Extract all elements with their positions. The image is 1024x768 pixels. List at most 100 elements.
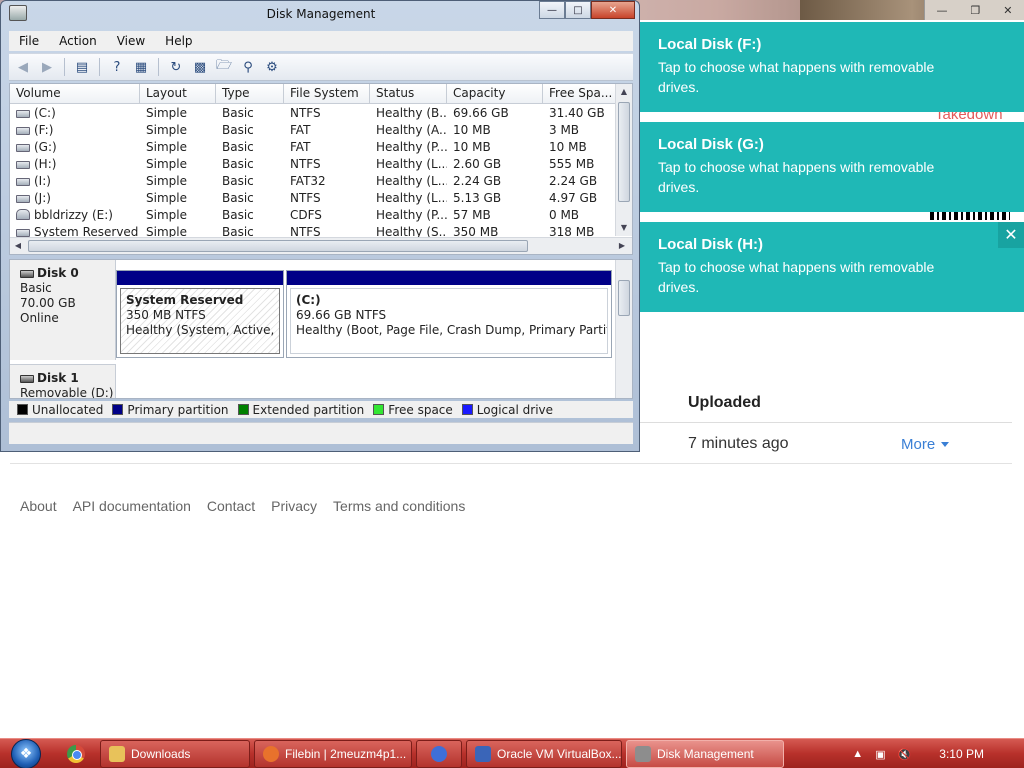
column-volume[interactable]: Volume bbox=[10, 84, 140, 103]
task-filebin[interactable]: Filebin | 2meuzm4p1... bbox=[254, 739, 412, 768]
properties-icon[interactable]: ▦ bbox=[131, 57, 151, 77]
show-hide-console-icon[interactable]: ▤ bbox=[72, 57, 92, 77]
back-arrow-icon[interactable]: ◀ bbox=[13, 57, 33, 77]
footer-link-privacy[interactable]: Privacy bbox=[271, 498, 317, 514]
table-row[interactable]: (C:) Simple Basic NTFS Healthy (B... 69.… bbox=[10, 105, 616, 122]
volume-name: (H:) bbox=[34, 157, 57, 171]
network-icon[interactable]: ▣ bbox=[875, 748, 885, 761]
cell-file-system: FAT32 bbox=[290, 174, 326, 188]
table-row[interactable]: (G:) Simple Basic FAT Healthy (P... 10 M… bbox=[10, 139, 616, 156]
column-free-space[interactable]: Free Spa... bbox=[543, 84, 616, 103]
help-icon[interactable]: ? bbox=[107, 57, 127, 77]
search-icon[interactable]: ⚲ bbox=[238, 57, 258, 77]
task-label: Filebin | 2meuzm4p1... bbox=[285, 746, 407, 761]
volume-list-horizontal-scrollbar[interactable]: ◀ ▶ bbox=[10, 237, 632, 254]
disk-1-label[interactable]: Disk 1 Removable (D:) bbox=[10, 364, 116, 399]
column-layout[interactable]: Layout bbox=[140, 84, 216, 103]
refresh-icon[interactable]: ↻ bbox=[166, 57, 186, 77]
open-folder-icon[interactable]: 🗁 bbox=[214, 57, 234, 77]
cell-free-space: 10 MB bbox=[549, 140, 587, 154]
legend-swatch bbox=[17, 403, 28, 415]
toolbar-separator bbox=[64, 58, 65, 76]
volume-list-vertical-scrollbar[interactable]: ▲ ▼ bbox=[615, 84, 632, 236]
start-button[interactable]: ❖ bbox=[0, 738, 52, 768]
column-capacity[interactable]: Capacity bbox=[447, 84, 543, 103]
volume-icon bbox=[16, 178, 30, 186]
menu-action[interactable]: Action bbox=[49, 34, 107, 48]
table-row[interactable]: bbldrizzy (E:) Simple Basic CDFS Healthy… bbox=[10, 207, 616, 224]
scroll-down-icon[interactable]: ▼ bbox=[616, 220, 632, 236]
volume-muted-icon[interactable]: 🔇 bbox=[898, 748, 912, 761]
status-bar bbox=[9, 422, 633, 444]
partition-size: 69.66 GB NTFS bbox=[296, 308, 387, 322]
footer-link-contact[interactable]: Contact bbox=[207, 498, 255, 514]
cell-capacity: 5.13 GB bbox=[453, 191, 502, 205]
close-icon[interactable]: ✕ bbox=[1003, 4, 1012, 17]
clock[interactable]: 3:10 PM bbox=[939, 747, 984, 761]
taskbar: ❖ Downloads Filebin | 2meuzm4p1... Oracl… bbox=[0, 738, 1024, 768]
cell-layout: Simple bbox=[146, 157, 187, 171]
cell-layout: Simple bbox=[146, 106, 187, 120]
removable-disk-icon bbox=[20, 374, 34, 383]
more-label[interactable]: More bbox=[901, 436, 935, 453]
partition-size: 350 MB NTFS bbox=[126, 308, 206, 322]
maximize-button[interactable]: □ bbox=[565, 1, 591, 19]
pinned-chrome[interactable] bbox=[52, 740, 100, 768]
menu-bar: File Action View Help bbox=[9, 31, 633, 51]
cell-status: Healthy (L... bbox=[376, 157, 447, 171]
menu-help[interactable]: Help bbox=[155, 34, 202, 48]
maximize-icon[interactable]: ❐ bbox=[970, 4, 980, 17]
task-downloads[interactable]: Downloads bbox=[100, 739, 250, 768]
table-row[interactable]: (I:) Simple Basic FAT32 Healthy (L... 2.… bbox=[10, 173, 616, 190]
firefox-alt-icon bbox=[431, 745, 447, 762]
menu-view[interactable]: View bbox=[107, 34, 155, 48]
table-row[interactable]: (J:) Simple Basic NTFS Healthy (L... 5.1… bbox=[10, 190, 616, 207]
notification-title: Local Disk (H:) bbox=[658, 236, 764, 253]
scrollbar-thumb[interactable] bbox=[28, 240, 528, 252]
partition-system-reserved[interactable]: System Reserved 350 MB NTFS Healthy (Sys… bbox=[116, 270, 284, 358]
cell-free-space: 4.97 GB bbox=[549, 191, 598, 205]
minimize-icon[interactable]: — bbox=[936, 4, 947, 17]
cell-layout: Simple bbox=[146, 140, 187, 154]
disk-0-label[interactable]: Disk 0 Basic 70.00 GB Online bbox=[10, 260, 116, 360]
show-hidden-icons-icon[interactable]: ▲ bbox=[852, 748, 863, 760]
scroll-up-icon[interactable]: ▲ bbox=[616, 84, 632, 100]
notification-local-disk-h[interactable]: Local Disk (H:) Tap to choose what happe… bbox=[640, 222, 1024, 312]
table-row[interactable]: (H:) Simple Basic NTFS Healthy (L... 2.6… bbox=[10, 156, 616, 173]
divider bbox=[640, 422, 1012, 423]
notification-local-disk-g[interactable]: Local Disk (G:) Tap to choose what happe… bbox=[640, 122, 1024, 212]
task-virtualbox[interactable]: Oracle VM VirtualBox... bbox=[466, 739, 622, 768]
cell-type: Basic bbox=[222, 191, 254, 205]
column-type[interactable]: Type bbox=[216, 84, 284, 103]
disk-type: Removable (D:) bbox=[20, 386, 114, 399]
notification-local-disk-f[interactable]: Local Disk (F:) Tap to choose what happe… bbox=[640, 22, 1024, 112]
minimize-button[interactable]: — bbox=[539, 1, 565, 19]
table-row[interactable]: (F:) Simple Basic FAT Healthy (A... 10 M… bbox=[10, 122, 616, 139]
scrollbar-thumb[interactable] bbox=[618, 102, 630, 202]
settings-icon[interactable]: ⚙ bbox=[262, 57, 282, 77]
cell-file-system: FAT bbox=[290, 140, 311, 154]
cell-status: Healthy (P... bbox=[376, 140, 447, 154]
task-browser[interactable] bbox=[416, 739, 462, 768]
scroll-left-icon[interactable]: ◀ bbox=[10, 238, 26, 254]
footer-link-about[interactable]: About bbox=[20, 498, 57, 514]
scrollbar-thumb[interactable] bbox=[618, 280, 630, 316]
disk-properties-icon[interactable]: ▩ bbox=[190, 57, 210, 77]
notification-close-icon[interactable]: ✕ bbox=[998, 222, 1024, 248]
footer-link-terms[interactable]: Terms and conditions bbox=[333, 498, 465, 514]
menu-file[interactable]: File bbox=[9, 34, 49, 48]
forward-arrow-icon[interactable]: ▶ bbox=[37, 57, 57, 77]
legend-label: Extended partition bbox=[252, 402, 365, 417]
column-status[interactable]: Status bbox=[370, 84, 447, 103]
graphical-view-scrollbar[interactable] bbox=[615, 260, 632, 398]
scroll-right-icon[interactable]: ▶ bbox=[614, 238, 630, 254]
more-dropdown[interactable]: More bbox=[901, 436, 950, 453]
title-bar[interactable]: Disk Management — □ ✕ bbox=[1, 1, 639, 29]
column-file-system[interactable]: File System bbox=[284, 84, 370, 103]
partition-c[interactable]: (C:) 69.66 GB NTFS Healthy (Boot, Page F… bbox=[286, 270, 612, 358]
footer-link-api[interactable]: API documentation bbox=[73, 498, 191, 514]
cell-free-space: 555 MB bbox=[549, 157, 595, 171]
disk-name: Disk 0 bbox=[37, 266, 79, 280]
close-button[interactable]: ✕ bbox=[591, 1, 635, 19]
task-disk-management[interactable]: Disk Management bbox=[626, 739, 784, 768]
